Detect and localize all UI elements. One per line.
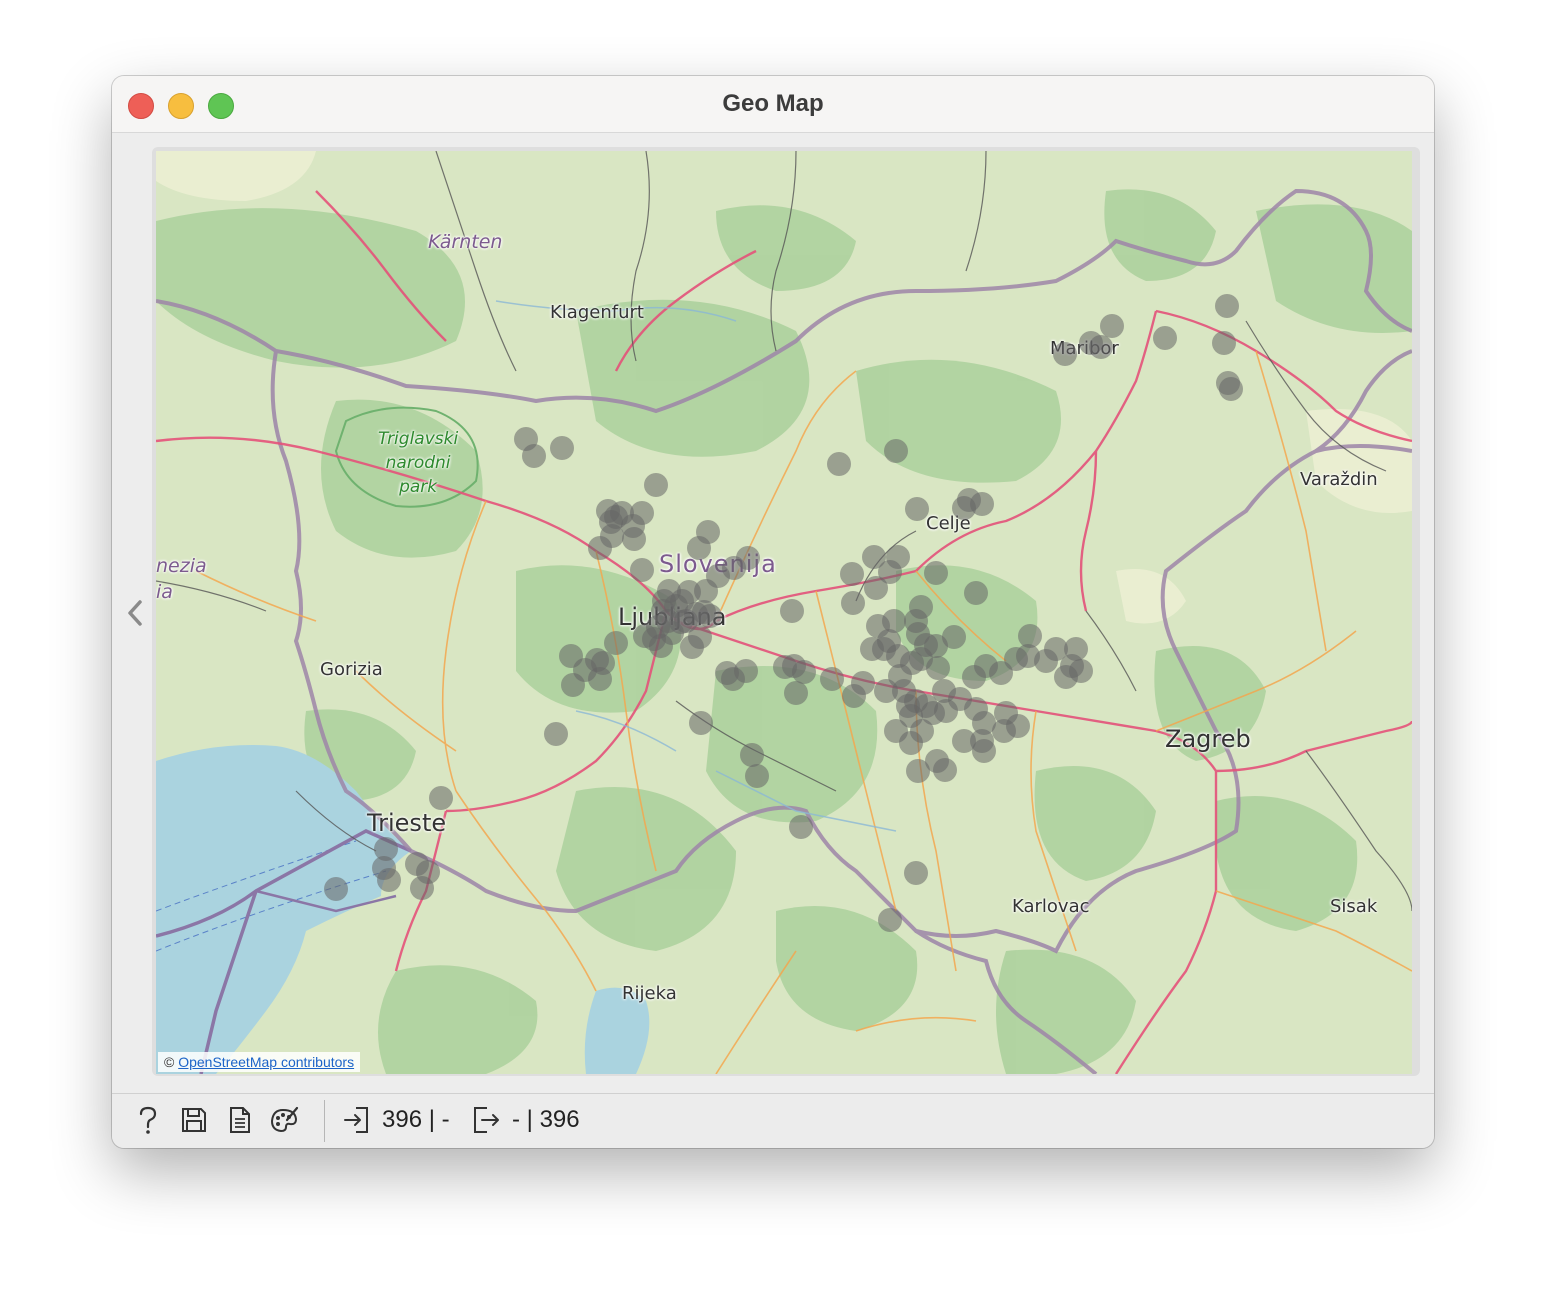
window-title: Geo Map xyxy=(722,90,824,117)
help-icon xyxy=(139,1106,157,1134)
map-label-triglav-line1: Triglavski xyxy=(378,429,459,449)
input-summary-icon-wrap xyxy=(340,1104,372,1136)
chevron-left-icon xyxy=(128,600,142,626)
map-label-karnten: Kärnten xyxy=(428,231,503,253)
map-label-karlovac: Karlovac xyxy=(1012,896,1090,917)
map-label-triglav-park: Triglavski narodni park xyxy=(378,427,458,499)
map-label-klagenfurt: Klagenfurt xyxy=(550,302,644,323)
copyright-symbol: © xyxy=(164,1054,175,1070)
geo-map-window: Geo Map Kärnten Klagenfurt Maribor Trigl… xyxy=(112,76,1434,1148)
save-icon xyxy=(182,1108,206,1132)
input-arrow-icon xyxy=(344,1107,368,1133)
map-label-slovenija: Slovenija xyxy=(659,550,777,578)
input-summary-text: 396 | - xyxy=(382,1106,450,1133)
document-icon xyxy=(230,1107,250,1133)
title-bar: Geo Map xyxy=(112,76,1434,133)
output-arrow-icon xyxy=(474,1107,499,1133)
map-label-triglav-line3: park xyxy=(399,477,438,497)
map-label-ljubljana: Ljubljana xyxy=(618,603,727,631)
map-label-celje: Celje xyxy=(926,513,971,534)
osm-attribution-link[interactable]: OpenStreetMap contributors xyxy=(178,1054,354,1070)
map-label-sisak: Sisak xyxy=(1330,896,1378,917)
help-button[interactable] xyxy=(132,1104,164,1136)
map-label-gorizia: Gorizia xyxy=(320,659,383,680)
collapse-panel-button[interactable] xyxy=(122,593,148,633)
map-attribution: © OpenStreetMap contributors xyxy=(158,1052,361,1072)
status-bar-separator xyxy=(324,1100,325,1142)
map-label-zagreb: Zagreb xyxy=(1165,725,1251,753)
map-label-rijeka: Rijeka xyxy=(622,983,677,1004)
map-frame: Kärnten Klagenfurt Maribor Triglavski na… xyxy=(152,147,1420,1076)
map-tiles xyxy=(156,151,1412,1074)
palette-icon xyxy=(270,1106,299,1133)
map-view[interactable]: Kärnten Klagenfurt Maribor Triglavski na… xyxy=(156,151,1412,1074)
save-button[interactable] xyxy=(178,1104,210,1136)
output-summary-icon-wrap xyxy=(470,1104,502,1136)
status-bar: 396 | - - | 396 xyxy=(112,1093,1434,1148)
map-label-maribor: Maribor xyxy=(1050,338,1119,359)
main-content: Kärnten Klagenfurt Maribor Triglavski na… xyxy=(112,133,1434,1094)
report-button[interactable] xyxy=(224,1104,256,1136)
map-label-varazdin: Varaždin xyxy=(1300,469,1378,490)
output-summary-text: - | 396 xyxy=(512,1106,580,1133)
map-label-venezia-line1: nezia xyxy=(156,555,207,577)
map-label-venezia-line2: ia xyxy=(156,581,173,603)
visual-settings-button[interactable] xyxy=(268,1104,300,1136)
map-label-triglav-line2: narodni xyxy=(385,453,451,473)
map-label-trieste: Trieste xyxy=(367,809,447,837)
